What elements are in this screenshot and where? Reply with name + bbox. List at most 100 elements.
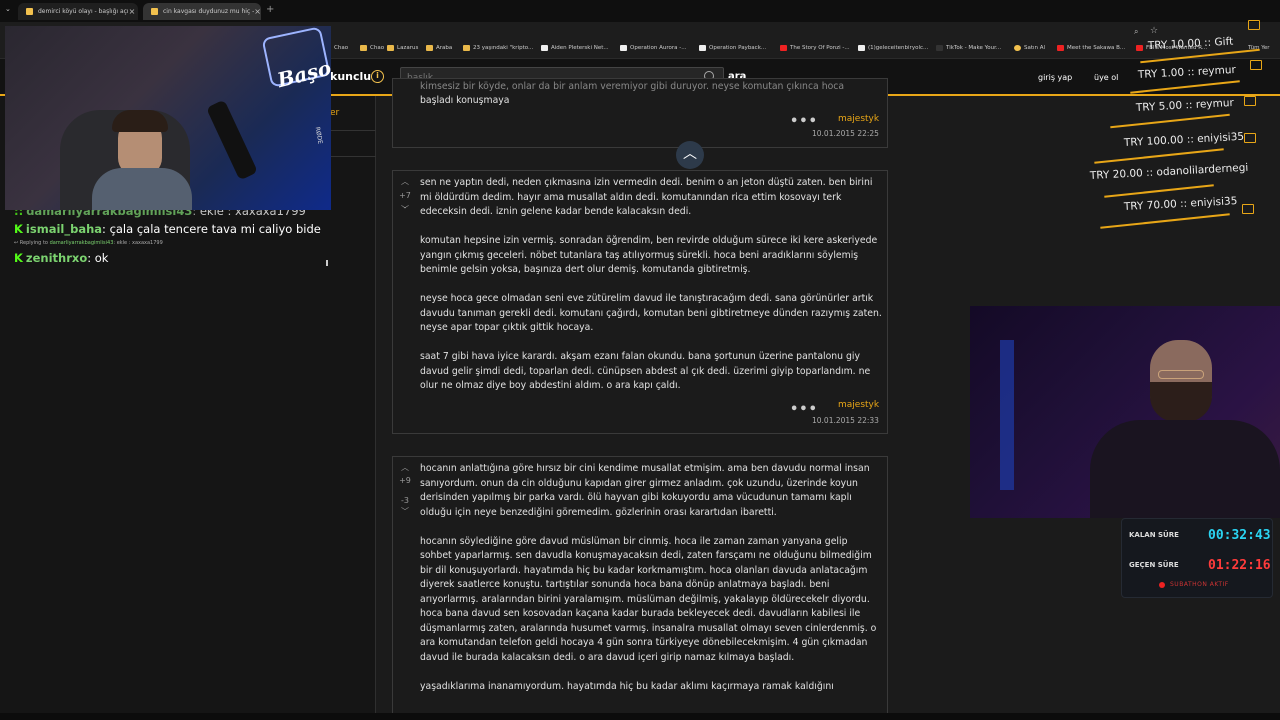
bookmark-item[interactable]: (1)geleceitenbiryolc... <box>858 45 928 51</box>
donation-item: TRY 70.00 :: eniyisi35 <box>1123 195 1238 213</box>
light-strip <box>1000 340 1014 490</box>
upvote-icon[interactable]: ︿ <box>398 176 412 187</box>
folder-icon <box>426 45 433 51</box>
folder-icon <box>387 45 394 51</box>
register-link[interactable]: üye ol <box>1094 73 1118 82</box>
bookmark-item[interactable]: Meet the Sakawa B... <box>1057 45 1125 51</box>
downvote-icon[interactable]: ﹀ <box>398 204 412 215</box>
entry-date[interactable]: 10.01.2015 22:33 <box>812 416 879 425</box>
remaining-time-label: KALAN SÜRE <box>1129 531 1179 539</box>
upvote-count: +7 <box>399 191 411 200</box>
downvote-count: -3 <box>401 496 409 505</box>
bookmark-item[interactable]: Satın Al <box>1014 45 1045 51</box>
bookmark-label: Satın Al <box>1024 45 1046 51</box>
divider <box>330 156 376 157</box>
entry-date[interactable]: 10.01.2015 22:25 <box>812 129 879 138</box>
donation-icon <box>1244 96 1256 106</box>
tab-favicon-icon <box>151 8 158 15</box>
bookmark-item[interactable]: 23 yaşındaki "kripto... <box>463 45 533 51</box>
bookmark-label: Lazarus <box>397 45 419 51</box>
bookmark-item[interactable]: Araba <box>426 45 452 51</box>
sidebar-fragment[interactable]: er <box>330 108 339 118</box>
upvote-icon[interactable]: ︿ <box>398 462 412 473</box>
chat-text: çala çala tencere tava mi caliyo bide <box>109 222 321 236</box>
reply-username: damarliyarrakbagimlisi43 <box>49 240 114 246</box>
bookmark-item[interactable]: Chao <box>334 45 348 51</box>
login-link[interactable]: giriş yap <box>1038 73 1072 82</box>
bookmark-label: Operation Aurora -... <box>630 45 687 51</box>
site-icon <box>1014 45 1021 51</box>
entry-body: hocanın anlattığına göre hırsız bir cini… <box>420 462 882 694</box>
kick-badge-icon: K <box>14 251 23 265</box>
remaining-time-value: 00:32:43 <box>1208 528 1271 543</box>
entry-text-partial: başladı konuşmaya <box>420 95 510 106</box>
live-dot-icon <box>1159 582 1165 588</box>
kick-badge-icon: K <box>14 222 23 236</box>
guest-shirt-shape <box>1090 420 1280 518</box>
bookmark-item[interactable]: Lazarus <box>387 45 418 51</box>
bookmark-item[interactable]: Aiden Pleterski Net... <box>541 45 609 51</box>
tab-favicon-icon <box>26 8 33 15</box>
bookmark-label: Operation Payback... <box>709 45 767 51</box>
entry-paragraph: saat 7 gibi hava iyice karardı. akşam ez… <box>420 351 871 391</box>
shirt-shape <box>92 168 192 210</box>
bookmark-item[interactable]: TikTok - Make Your... <box>936 45 1001 51</box>
chat-username[interactable]: ismail_baha <box>26 222 102 236</box>
reply-text: ekle : xaxaxa1799 <box>116 240 163 246</box>
bookmark-label: Aiden Pleterski Net... <box>551 45 609 51</box>
glasses-icon <box>1158 370 1204 379</box>
more-options-icon[interactable]: ••• <box>790 114 818 129</box>
entry-paragraph: hocanın anlattığına göre hırsız bir cini… <box>420 463 870 518</box>
site-icon <box>541 45 548 51</box>
donation-icon <box>1244 133 1256 143</box>
tab-close-icon[interactable]: × <box>129 7 136 16</box>
info-icon[interactable]: i <box>371 70 384 83</box>
youtube-icon <box>1057 45 1064 51</box>
downvote-icon[interactable]: ﹀ <box>398 506 412 517</box>
bookmark-label: (1)geleceitenbiryolc... <box>868 45 929 51</box>
bookmark-label: Chao <box>370 45 385 51</box>
star-icon[interactable]: ☆ <box>1150 26 1158 36</box>
subathon-status: SUBATHON AKTIF <box>1170 581 1229 588</box>
youtube-icon <box>780 45 787 51</box>
chat-reply-context: ↩ Replying to damarliyarrakbagimlisi43: … <box>14 240 163 246</box>
entry-paragraph: yaşadıklarıma inanamıyordum. hayatımda h… <box>420 680 834 692</box>
donation-item: TRY 5.00 :: reymur <box>1135 96 1235 114</box>
bookmark-item[interactable]: The Story Of Ponzi -... <box>780 45 850 51</box>
chat-text: ok <box>94 251 109 265</box>
bookmark-item[interactable]: Chao <box>360 45 384 51</box>
reply-prefix: Replying to <box>19 240 48 246</box>
bookmark-label: Araba <box>436 45 453 51</box>
entry-paragraph: hocanın söylediğine göre davud müslüman … <box>420 535 877 663</box>
scroll-caret <box>326 260 328 266</box>
hair-shape <box>112 110 168 132</box>
elapsed-time-label: GEÇEN SÜRE <box>1129 561 1179 569</box>
entry-text-partial: kimsesiz bir köyde, onlar da bir anlam v… <box>420 81 845 92</box>
bookmark-label: Chao <box>334 45 349 51</box>
tab-demirci[interactable]: demirci köyü olayı - başlığı açı × <box>18 3 138 20</box>
chat-message: Kzenithrxo: ok <box>14 251 109 265</box>
tab-cin-kavgasi[interactable]: cin kavgası duydunuz mu hiç - × <box>143 3 261 20</box>
tab-close-icon[interactable]: × <box>254 7 261 16</box>
new-tab-icon[interactable]: + <box>266 4 274 15</box>
entry-author[interactable]: majestyk <box>838 400 879 410</box>
site-icon <box>858 45 865 51</box>
scroll-to-top-button[interactable]: ︿ <box>676 141 704 169</box>
entry-paragraph: sen ne yaptın dedi, neden çıkmasına izin… <box>420 177 873 217</box>
bookmark-item[interactable]: Operation Payback... <box>699 45 766 51</box>
zoom-icon[interactable]: ⌕ <box>1134 27 1138 37</box>
youtube-icon <box>1136 45 1143 51</box>
entry-author[interactable]: majestyk <box>838 114 879 124</box>
upvote-count: +9 <box>399 476 411 485</box>
donation-item: TRY 20.00 :: odanolilardernegi <box>1089 161 1249 182</box>
tab-label: cin kavgası duydunuz mu hiç - <box>163 8 255 15</box>
tab-list-chevron-icon[interactable]: ⌄ <box>5 5 11 13</box>
site-logo[interactable]: kunclu <box>330 70 371 83</box>
elapsed-time-value: 01:22:16 <box>1208 558 1271 573</box>
taskbar <box>0 713 1280 720</box>
chat-username[interactable]: zenithrxo <box>26 251 87 265</box>
more-options-icon[interactable]: ••• <box>790 402 818 417</box>
bookmark-label: The Story Of Ponzi -... <box>790 45 850 51</box>
bookmark-label: TikTok - Make Your... <box>946 45 1002 51</box>
bookmark-item[interactable]: Operation Aurora -... <box>620 45 686 51</box>
